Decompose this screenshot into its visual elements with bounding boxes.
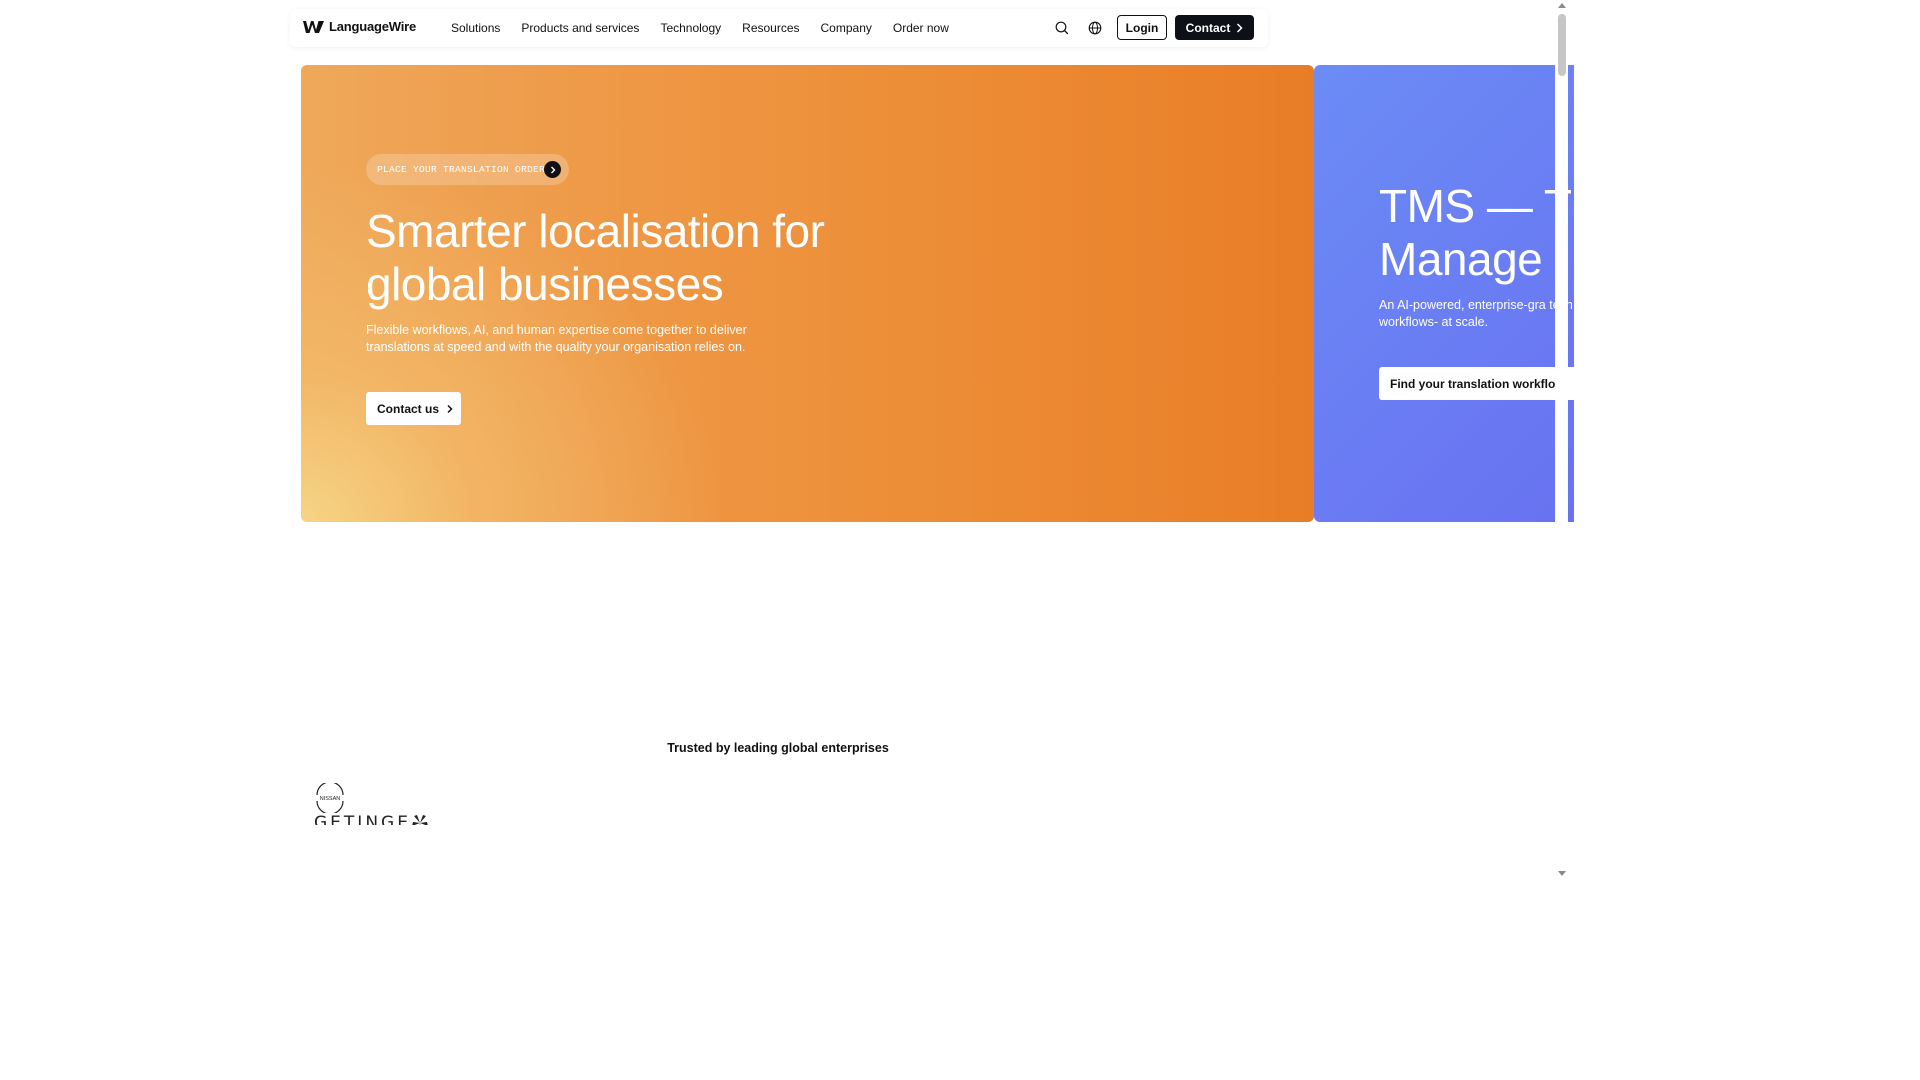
chevron-right-icon bbox=[447, 404, 453, 413]
languagewire-logo[interactable]: LanguageWire bbox=[303, 19, 416, 34]
scroll-up-arrow-icon[interactable] bbox=[1557, 2, 1567, 10]
tms-title-line-1: TMS — T bbox=[1379, 180, 1572, 232]
brand-name: LanguageWire bbox=[329, 19, 417, 34]
chevron-right-icon bbox=[1237, 22, 1243, 33]
nav-products-and-services[interactable]: Products and services bbox=[521, 21, 639, 35]
contact-us-label: Contact us bbox=[377, 401, 440, 416]
client-logos: NISSAN GETINGE bbox=[300, 780, 600, 825]
hero-title: Smarter localisation for global business… bbox=[366, 205, 825, 310]
scrollbar-thumb[interactable] bbox=[1558, 14, 1566, 76]
nav-order-now[interactable]: Order now bbox=[893, 21, 949, 35]
globe-icon[interactable] bbox=[1087, 20, 1103, 36]
getinge-logo-text: GETINGE bbox=[314, 813, 411, 825]
tms-slide-description: An AI-powered, enterprise-gra tech, and … bbox=[1379, 298, 1574, 329]
contact-button[interactable]: Contact bbox=[1175, 15, 1254, 40]
place-order-pill[interactable]: PLACE YOUR TRANSLATION ORDER bbox=[366, 154, 569, 185]
contact-us-button[interactable]: Contact us bbox=[366, 392, 461, 425]
login-button[interactable]: Login bbox=[1117, 15, 1167, 40]
hero-description: Flexible workflows, AI, and human expert… bbox=[366, 323, 747, 354]
contact-button-label: Contact bbox=[1185, 20, 1231, 35]
languagewire-logo-icon bbox=[303, 20, 324, 33]
nissan-logo-text: NISSAN bbox=[320, 796, 341, 802]
scroll-down-arrow-icon[interactable] bbox=[1557, 871, 1567, 879]
search-icon[interactable] bbox=[1054, 20, 1070, 36]
main-menu: Solutions Products and services Technolo… bbox=[451, 9, 970, 47]
arrow-right-icon bbox=[544, 161, 561, 178]
find-translation-workflow-button[interactable]: Find your translation workflow bbox=[1379, 367, 1574, 400]
hero-slide: PLACE YOUR TRANSLATION ORDER Smarter loc… bbox=[301, 65, 1314, 522]
nissan-logo: NISSAN bbox=[314, 783, 346, 813]
nav-company[interactable]: Company bbox=[821, 21, 872, 35]
tms-title-line-2: Manage bbox=[1379, 233, 1543, 285]
nav-resources[interactable]: Resources bbox=[742, 21, 799, 35]
pill-label: PLACE YOUR TRANSLATION ORDER bbox=[377, 164, 546, 175]
scrollbar[interactable] bbox=[1555, 0, 1568, 882]
top-navigation-bar: LanguageWire Solutions Products and serv… bbox=[290, 9, 1268, 47]
trusted-heading: Trusted by leading global enterprises bbox=[667, 741, 889, 755]
nav-technology[interactable]: Technology bbox=[660, 21, 721, 35]
tms-slide: TMS — T Manage An AI-powered, enterprise… bbox=[1314, 65, 1574, 522]
tms-slide-title: TMS — T Manage bbox=[1379, 180, 1572, 286]
nav-solutions[interactable]: Solutions bbox=[451, 21, 500, 35]
getinge-logo-icon bbox=[412, 815, 428, 825]
